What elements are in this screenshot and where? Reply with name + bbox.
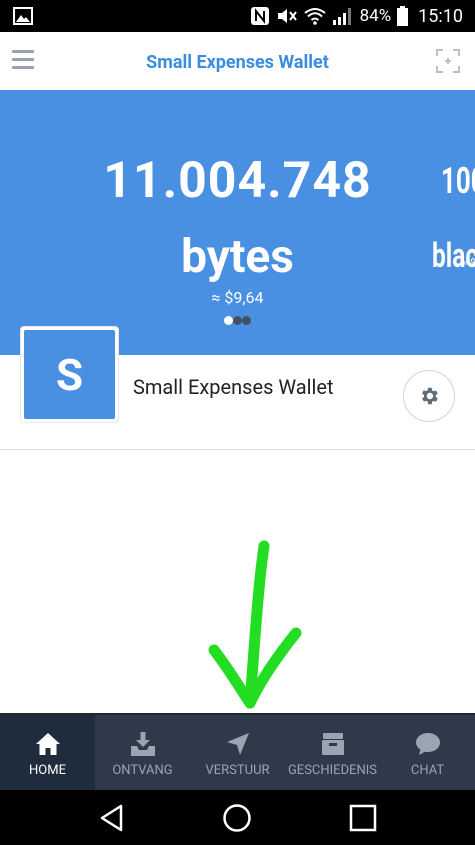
wallet-info: S Small Expenses Wallet <box>0 327 475 450</box>
home-icon <box>35 733 60 755</box>
tab-chat[interactable]: CHAT <box>380 715 475 790</box>
app-header: Small Expenses Wallet <box>0 32 475 90</box>
balance-amount: 11.004.748 <box>103 152 372 210</box>
send-icon <box>226 733 249 755</box>
system-navigation-bar <box>0 790 475 845</box>
photo-icon <box>13 7 33 25</box>
tab-label: GESCHIEDENIS <box>287 763 378 778</box>
next-balance-amount: 100.0 <box>441 160 475 202</box>
battery-icon <box>397 6 409 26</box>
history-icon <box>321 733 344 755</box>
tab-receive[interactable]: ONTVANG <box>95 715 190 790</box>
mute-icon <box>277 9 297 23</box>
home-circle-icon[interactable] <box>222 803 252 833</box>
next-balance-unit: blackb <box>432 236 475 276</box>
wallet-name: Small Expenses Wallet <box>133 375 334 399</box>
pager-dot <box>224 316 233 325</box>
battery-percentage: 84% <box>359 6 392 26</box>
bottom-tab-bar: HOME ONTVANG VERSTUUR GESCHIEDENIS CHAT <box>0 713 475 790</box>
chat-icon <box>415 733 440 755</box>
annotation-arrow-icon <box>208 540 302 709</box>
pager-dot <box>233 316 242 325</box>
next-balance-fiat: ≈ $0 <box>462 258 475 269</box>
wifi-icon <box>303 8 326 25</box>
page-title: Small Expenses Wallet <box>146 52 329 73</box>
gear-icon <box>422 387 438 405</box>
status-bar: 84% 15:10 <box>0 0 475 32</box>
balance-fiat-value: ≈ $9,64 <box>211 288 264 307</box>
balance-carousel[interactable]: 11.004.748 bytes ≈ $9,64 100.0 blackb ≈ … <box>0 90 475 355</box>
balance-unit: bytes <box>181 230 294 284</box>
pager-dot <box>242 316 251 325</box>
tab-label: VERSTUUR <box>205 763 270 778</box>
tab-history[interactable]: GESCHIEDENIS <box>285 715 380 790</box>
tab-label: ONTVANG <box>112 763 173 778</box>
tab-label: HOME <box>29 763 66 778</box>
tab-label: CHAT <box>410 763 445 778</box>
wallet-settings-button[interactable] <box>403 370 455 422</box>
scan-icon[interactable] <box>435 48 461 74</box>
wallet-avatar: S <box>21 327 118 422</box>
nfc-icon <box>250 7 269 25</box>
avatar-letter: S <box>24 330 115 419</box>
carousel-pager <box>0 316 475 325</box>
recent-apps-icon[interactable] <box>348 803 378 833</box>
tab-home[interactable]: HOME <box>0 715 95 790</box>
clock: 15:10 <box>418 5 463 27</box>
receive-icon <box>130 732 155 756</box>
back-icon[interactable] <box>97 803 127 833</box>
tab-send[interactable]: VERSTUUR <box>190 715 285 790</box>
signal-icon <box>332 8 351 25</box>
